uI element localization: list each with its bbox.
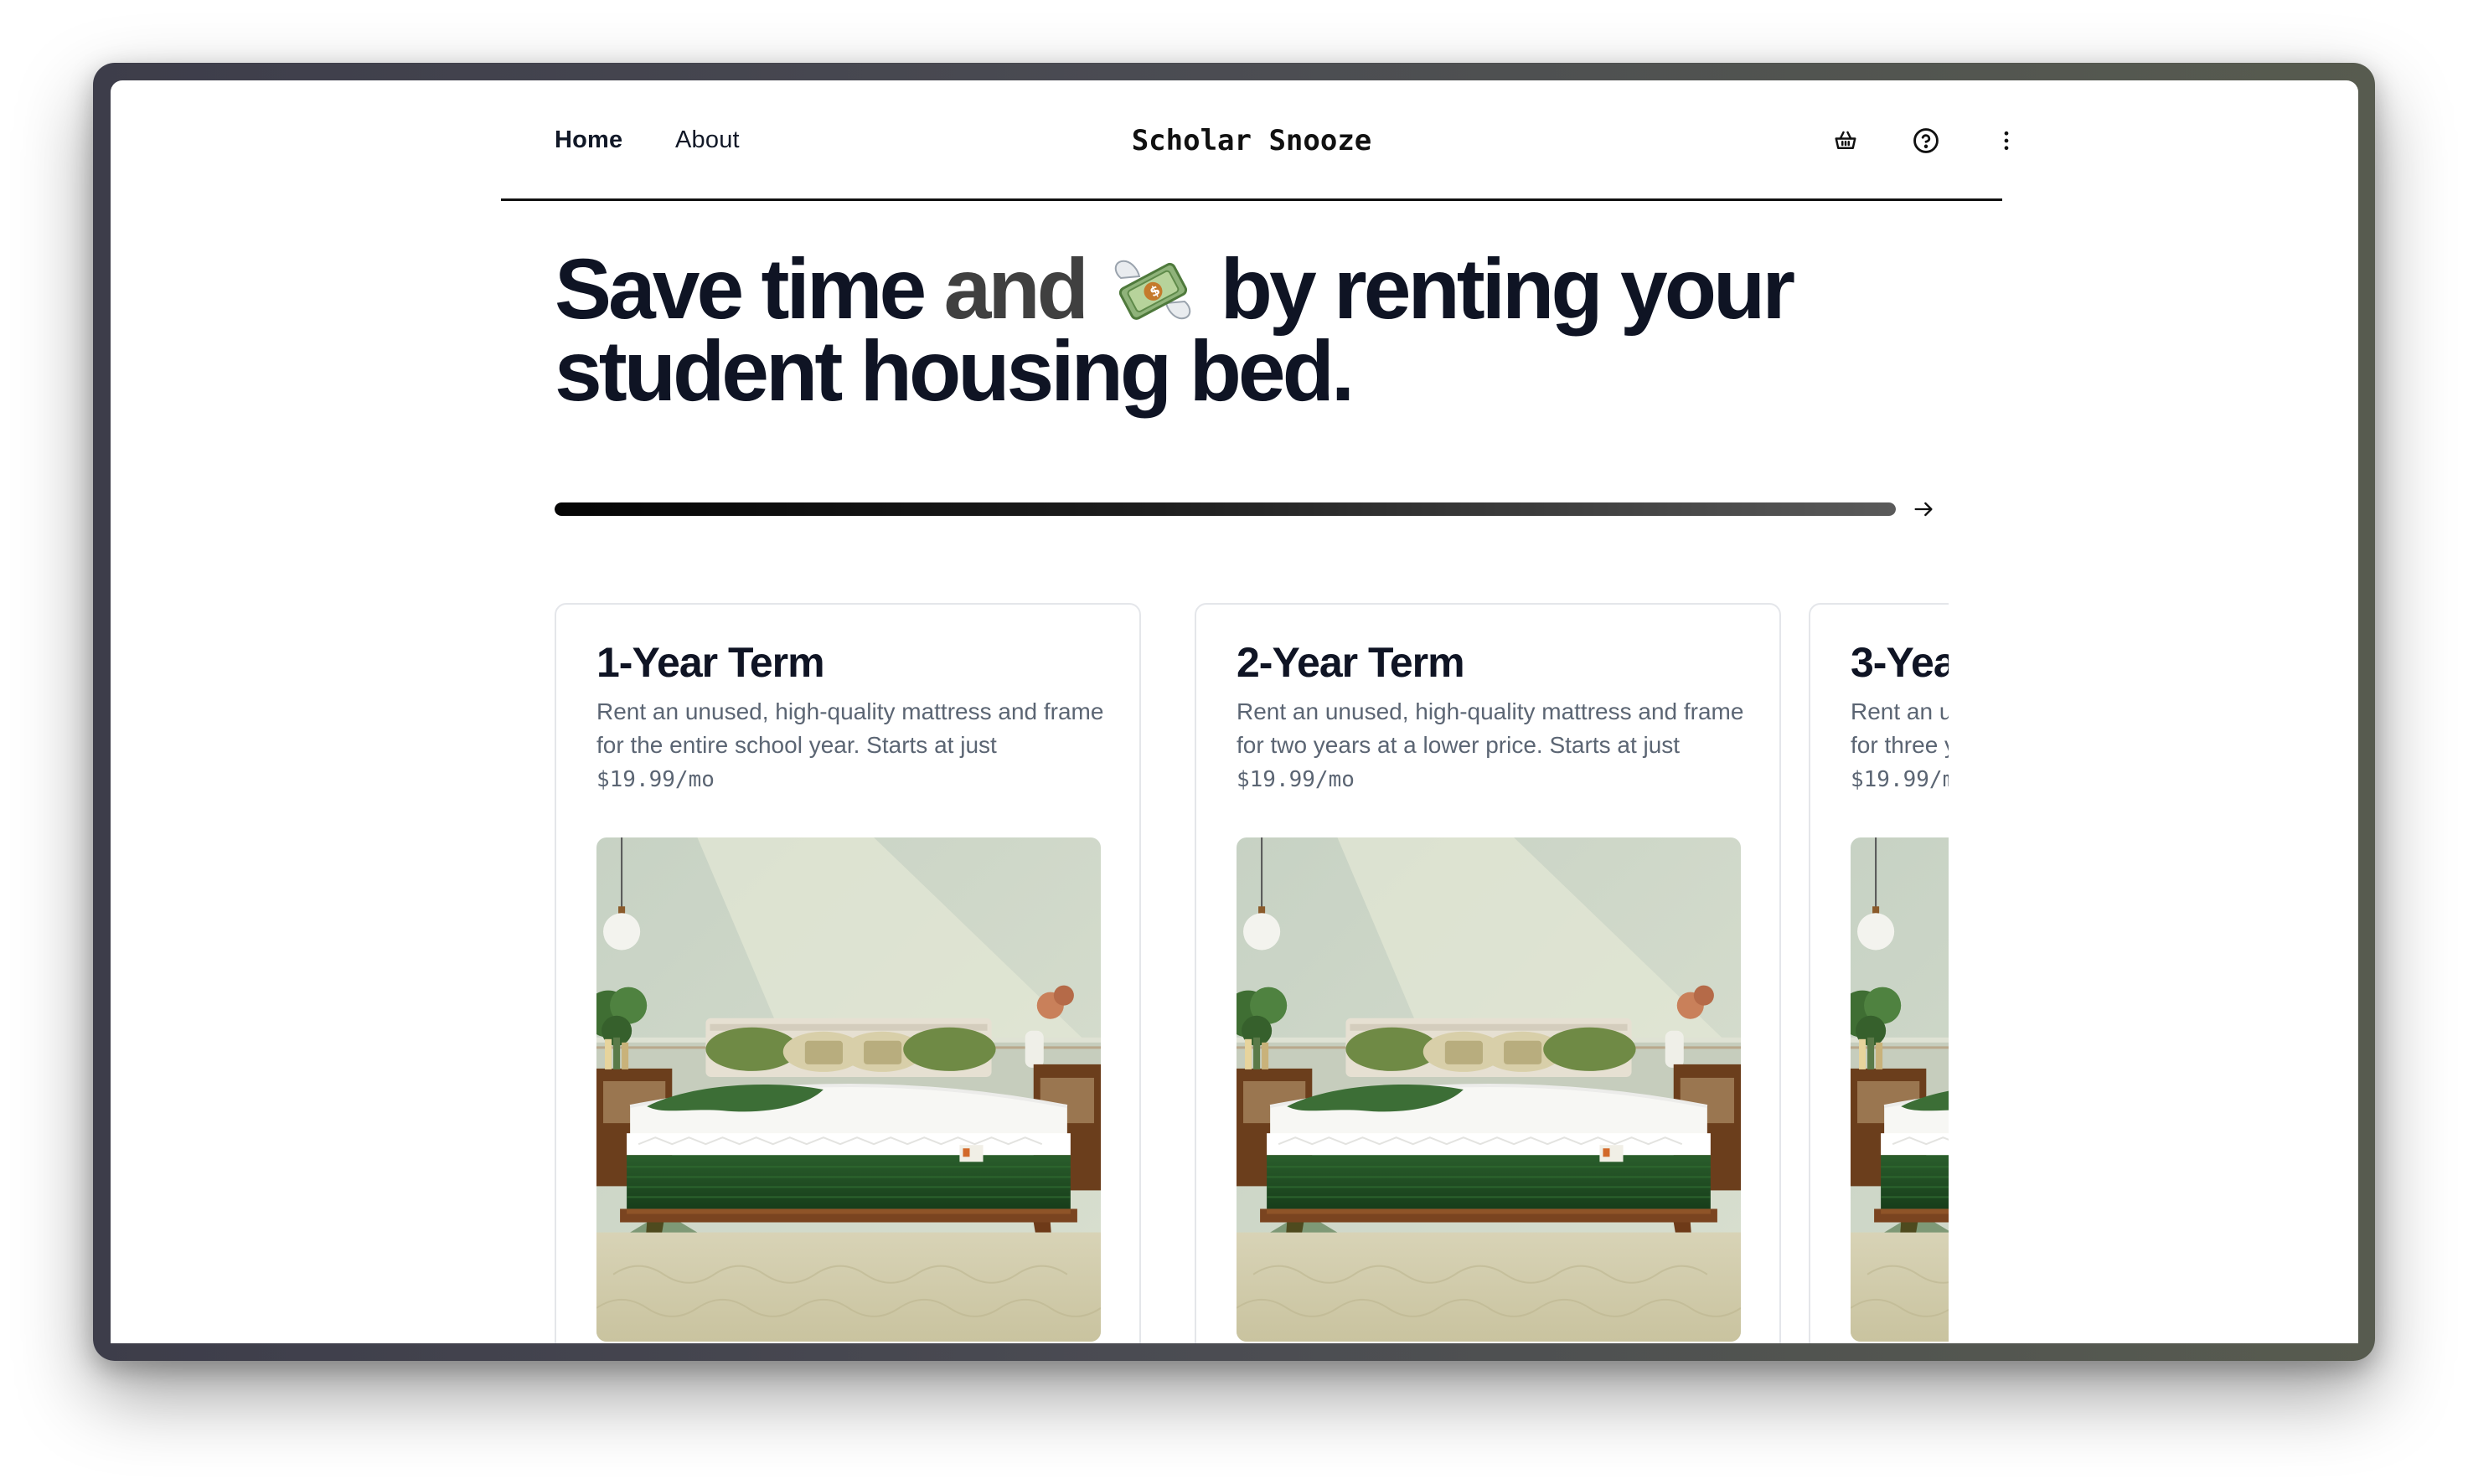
hero-text-save-time: Save time bbox=[555, 241, 944, 337]
carousel-progress-fill bbox=[555, 502, 1896, 516]
pricing-carousel[interactable]: 1-Year Term Rent an unused, high-quality… bbox=[555, 603, 1949, 1343]
plan-card-title: 2-Year Term bbox=[1237, 639, 1465, 686]
bed-product-image bbox=[1237, 837, 1741, 1342]
plan-card-description-text: Rent an unused, high-quality mattress an… bbox=[596, 698, 1104, 758]
plan-card-description-text: Rent an unused, high-quality mattress an… bbox=[1851, 698, 1949, 758]
bed-product-image bbox=[596, 837, 1101, 1342]
plan-card-price: $19.99/mo bbox=[1851, 767, 1949, 792]
more-vertical-icon[interactable] bbox=[1990, 124, 2023, 157]
plan-card-description-text: Rent an unused, high-quality mattress an… bbox=[1237, 698, 1744, 758]
hero-text-by-renting: by renting your bbox=[1200, 241, 1795, 337]
hero-text-line2: student housing bed. bbox=[555, 323, 1355, 419]
hero-heading: Save time and $ by renting your student … bbox=[555, 246, 1979, 414]
browser-viewport: Home About Scholar Snooze Save time and … bbox=[111, 80, 2358, 1343]
bed-product-image bbox=[1851, 837, 1949, 1342]
device-frame: Home About Scholar Snooze Save time and … bbox=[93, 63, 2375, 1361]
money-with-wings-emoji-icon: $ bbox=[1111, 253, 1195, 328]
plan-card-price: $19.99/mo bbox=[596, 767, 715, 792]
basket-icon[interactable] bbox=[1829, 124, 1862, 157]
plan-card-description: Rent an unused, high-quality mattress an… bbox=[1851, 695, 1949, 796]
plan-card-description: Rent an unused, high-quality mattress an… bbox=[596, 695, 1108, 796]
carousel-progress-bar[interactable] bbox=[555, 502, 1896, 516]
arrow-right-icon bbox=[1914, 502, 1933, 517]
carousel-next-button[interactable] bbox=[1898, 491, 1949, 528]
hero-text-and: and bbox=[943, 241, 1089, 337]
plan-card-2-year[interactable]: 2-Year Term Rent an unused, high-quality… bbox=[1195, 603, 1781, 1343]
top-navbar: Home About Scholar Snooze bbox=[501, 80, 2009, 201]
brand-logo-text[interactable]: Scholar Snooze bbox=[501, 124, 2002, 157]
help-circle-icon[interactable] bbox=[1909, 124, 1943, 157]
plan-card-1-year[interactable]: 1-Year Term Rent an unused, high-quality… bbox=[555, 603, 1141, 1343]
plan-card-3-year[interactable]: 3-Year Term Rent an unused, high-quality… bbox=[1809, 603, 1949, 1343]
plan-card-title: 1-Year Term bbox=[596, 639, 825, 686]
plan-card-description: Rent an unused, high-quality mattress an… bbox=[1237, 695, 1748, 796]
plan-card-price: $19.99/mo bbox=[1237, 767, 1355, 792]
plan-card-title: 3-Year Term bbox=[1851, 639, 1949, 686]
